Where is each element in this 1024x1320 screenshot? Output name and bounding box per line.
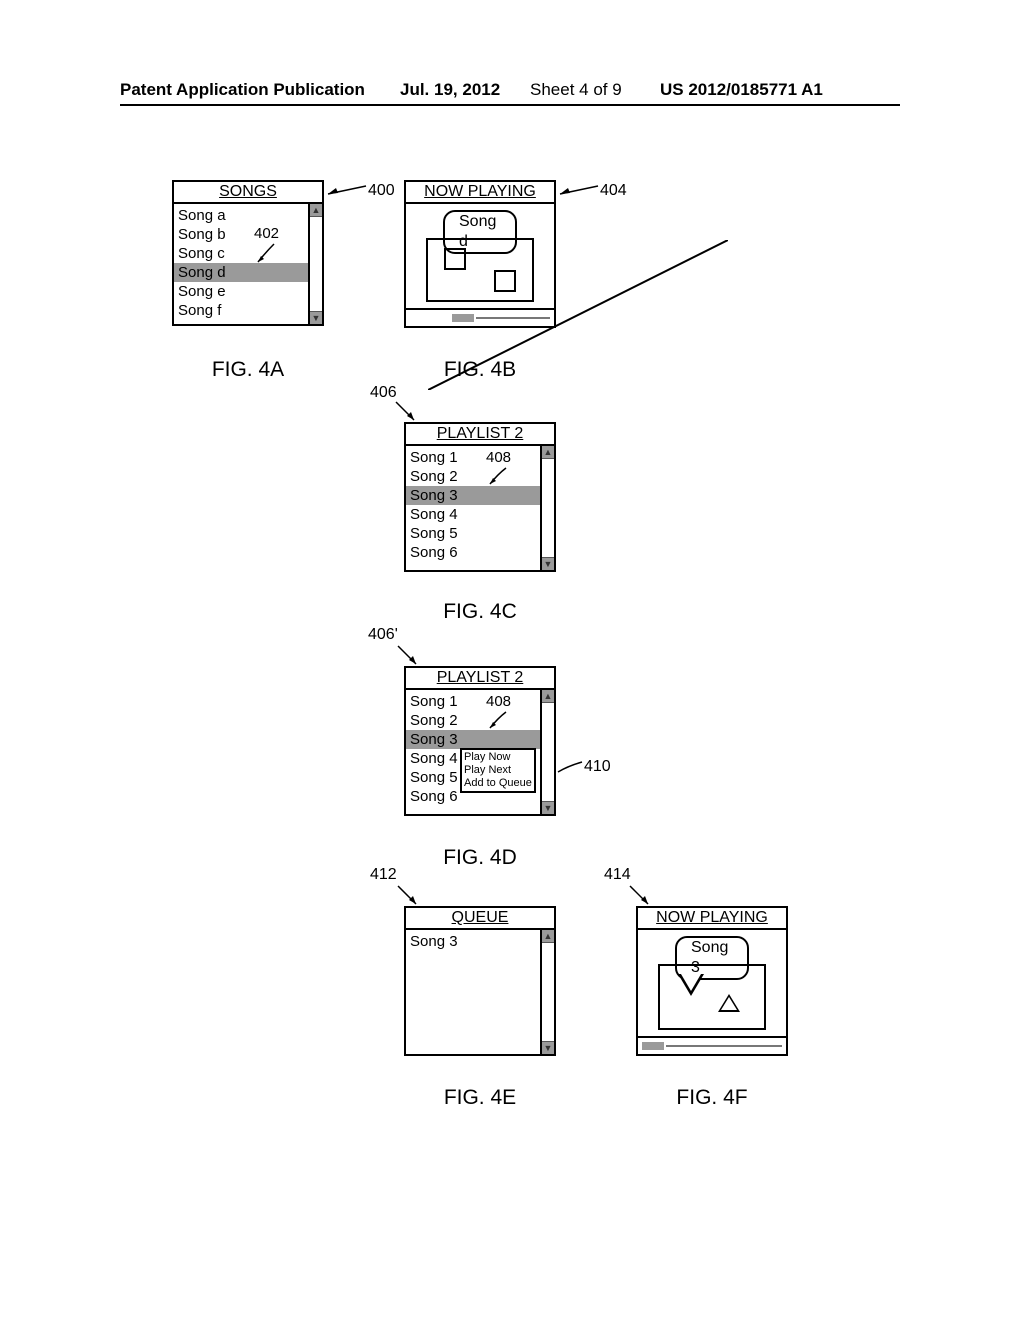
callout-408-num: 408	[486, 448, 511, 467]
header-rule	[120, 104, 900, 106]
callout-406-leader	[392, 400, 422, 424]
list-item[interactable]: Song 3	[410, 932, 540, 951]
scrollbar[interactable]: ▲ ▼	[540, 690, 554, 814]
menu-play-now[interactable]: Play Now	[464, 751, 532, 764]
list-item[interactable]: Song e	[178, 282, 308, 301]
progress-bar[interactable]	[406, 308, 554, 326]
fig-4a-label: FIG. 4A	[168, 358, 328, 382]
scroll-up-icon[interactable]: ▲	[542, 690, 554, 703]
fig-4b-panel: NOW PLAYING Song d	[404, 180, 556, 328]
header-date: Jul. 19, 2012	[400, 80, 500, 100]
callout-408-leader	[488, 466, 518, 488]
scrollbar[interactable]: ▲ ▼	[308, 204, 322, 324]
scroll-down-icon[interactable]: ▼	[310, 311, 322, 324]
list-item-selected[interactable]: Song d	[174, 263, 308, 282]
progress-thumb[interactable]	[452, 314, 474, 322]
fig-4c-title: PLAYLIST 2	[406, 424, 554, 446]
callout-410-leader	[556, 758, 586, 776]
list-item[interactable]: Song 1	[410, 692, 540, 711]
list-item[interactable]: Song c	[178, 244, 308, 263]
progress-thumb[interactable]	[642, 1042, 664, 1050]
list-item[interactable]: Song 1	[410, 448, 540, 467]
scroll-down-icon[interactable]: ▼	[542, 1041, 554, 1054]
header-sheet: Sheet 4 of 9	[530, 80, 622, 100]
list-item[interactable]: Song 2	[410, 467, 540, 486]
fig-4c-list[interactable]: Song 1 Song 2 Song 3 Song 4 Song 5 Song …	[406, 446, 540, 570]
callout-400: 400	[368, 182, 395, 200]
fig-4e-panel: QUEUE Song 3 ▲ ▼	[404, 906, 556, 1056]
callout-412: 412	[370, 866, 397, 884]
callout-402-num: 402	[254, 224, 279, 243]
fig-4b-title: NOW PLAYING	[406, 182, 554, 204]
scrollbar[interactable]: ▲ ▼	[540, 930, 554, 1054]
callout-404: 404	[600, 182, 627, 200]
fig-4d-label: FIG. 4D	[400, 846, 560, 870]
fig-4e-list[interactable]: Song 3	[406, 930, 540, 1054]
fig-4f-title: NOW PLAYING	[638, 908, 786, 930]
scroll-up-icon[interactable]: ▲	[542, 446, 554, 459]
menu-add-to-queue[interactable]: Add to Queue	[464, 777, 532, 790]
header-publication: Patent Application Publication	[120, 80, 365, 100]
fig-4a-title: SONGS	[174, 182, 322, 204]
fig-4d-panel: PLAYLIST 2 Song 1 Song 2 Song 3 Song 4 S…	[404, 666, 556, 816]
list-item[interactable]: Song a	[178, 206, 308, 225]
progress-bar[interactable]	[638, 1036, 786, 1054]
list-item[interactable]: Song 4	[410, 505, 540, 524]
callout-408d-leader	[488, 710, 518, 732]
callout-410: 410	[584, 758, 611, 776]
list-item[interactable]: Song 6	[410, 543, 540, 562]
list-item-selected[interactable]: Song 3	[406, 730, 540, 749]
callout-404-leader	[558, 180, 602, 200]
header-pubno: US 2012/0185771 A1	[660, 80, 823, 100]
progress-track	[476, 317, 550, 319]
callout-406p: 406'	[368, 626, 398, 644]
square-icon	[444, 248, 466, 270]
fig-4c-label: FIG. 4C	[400, 600, 560, 624]
fig-4f-panel: NOW PLAYING Song 3	[636, 906, 788, 1056]
callout-412-leader	[394, 884, 424, 908]
fig-4e-title: QUEUE	[406, 908, 554, 930]
fig-4e-label: FIG. 4E	[400, 1086, 560, 1110]
callout-402-leader	[256, 242, 286, 266]
fig-4a-panel: SONGS Song a Song b Song c Song d Song e…	[172, 180, 324, 326]
scrollbar[interactable]: ▲ ▼	[540, 446, 554, 570]
fig-4f-label: FIG. 4F	[632, 1086, 792, 1110]
callout-406p-leader	[394, 644, 424, 668]
album-art-placeholder	[658, 964, 766, 1030]
scroll-down-icon[interactable]: ▼	[542, 557, 554, 570]
fig-4c-panel: PLAYLIST 2 Song 1 Song 2 Song 3 Song 4 S…	[404, 422, 556, 572]
fig-4b-label: FIG. 4B	[400, 358, 560, 382]
fig-4d-list[interactable]: Song 1 Song 2 Song 3 Song 4 Song 5 Song …	[406, 690, 540, 814]
list-item[interactable]: Song 2	[410, 711, 540, 730]
callout-414-leader	[626, 884, 656, 908]
album-art-placeholder	[426, 238, 534, 302]
list-item[interactable]: Song b	[178, 225, 308, 244]
callout-408d-num: 408	[486, 692, 511, 711]
square-icon	[494, 270, 516, 292]
fig-4a-list[interactable]: Song a Song b Song c Song d Song e Song …	[174, 204, 308, 324]
callout-400-leader	[326, 180, 370, 200]
callout-414: 414	[604, 866, 631, 884]
list-item[interactable]: Song 5	[410, 524, 540, 543]
list-item-selected[interactable]: Song 3	[406, 486, 540, 505]
scroll-down-icon[interactable]: ▼	[542, 801, 554, 814]
context-menu[interactable]: Play Now Play Next Add to Queue	[460, 748, 536, 793]
list-item[interactable]: Song f	[178, 301, 308, 320]
fig-4d-title: PLAYLIST 2	[406, 668, 554, 690]
scroll-up-icon[interactable]: ▲	[310, 204, 322, 217]
menu-play-next[interactable]: Play Next	[464, 764, 532, 777]
progress-track	[666, 1045, 782, 1047]
scroll-up-icon[interactable]: ▲	[542, 930, 554, 943]
